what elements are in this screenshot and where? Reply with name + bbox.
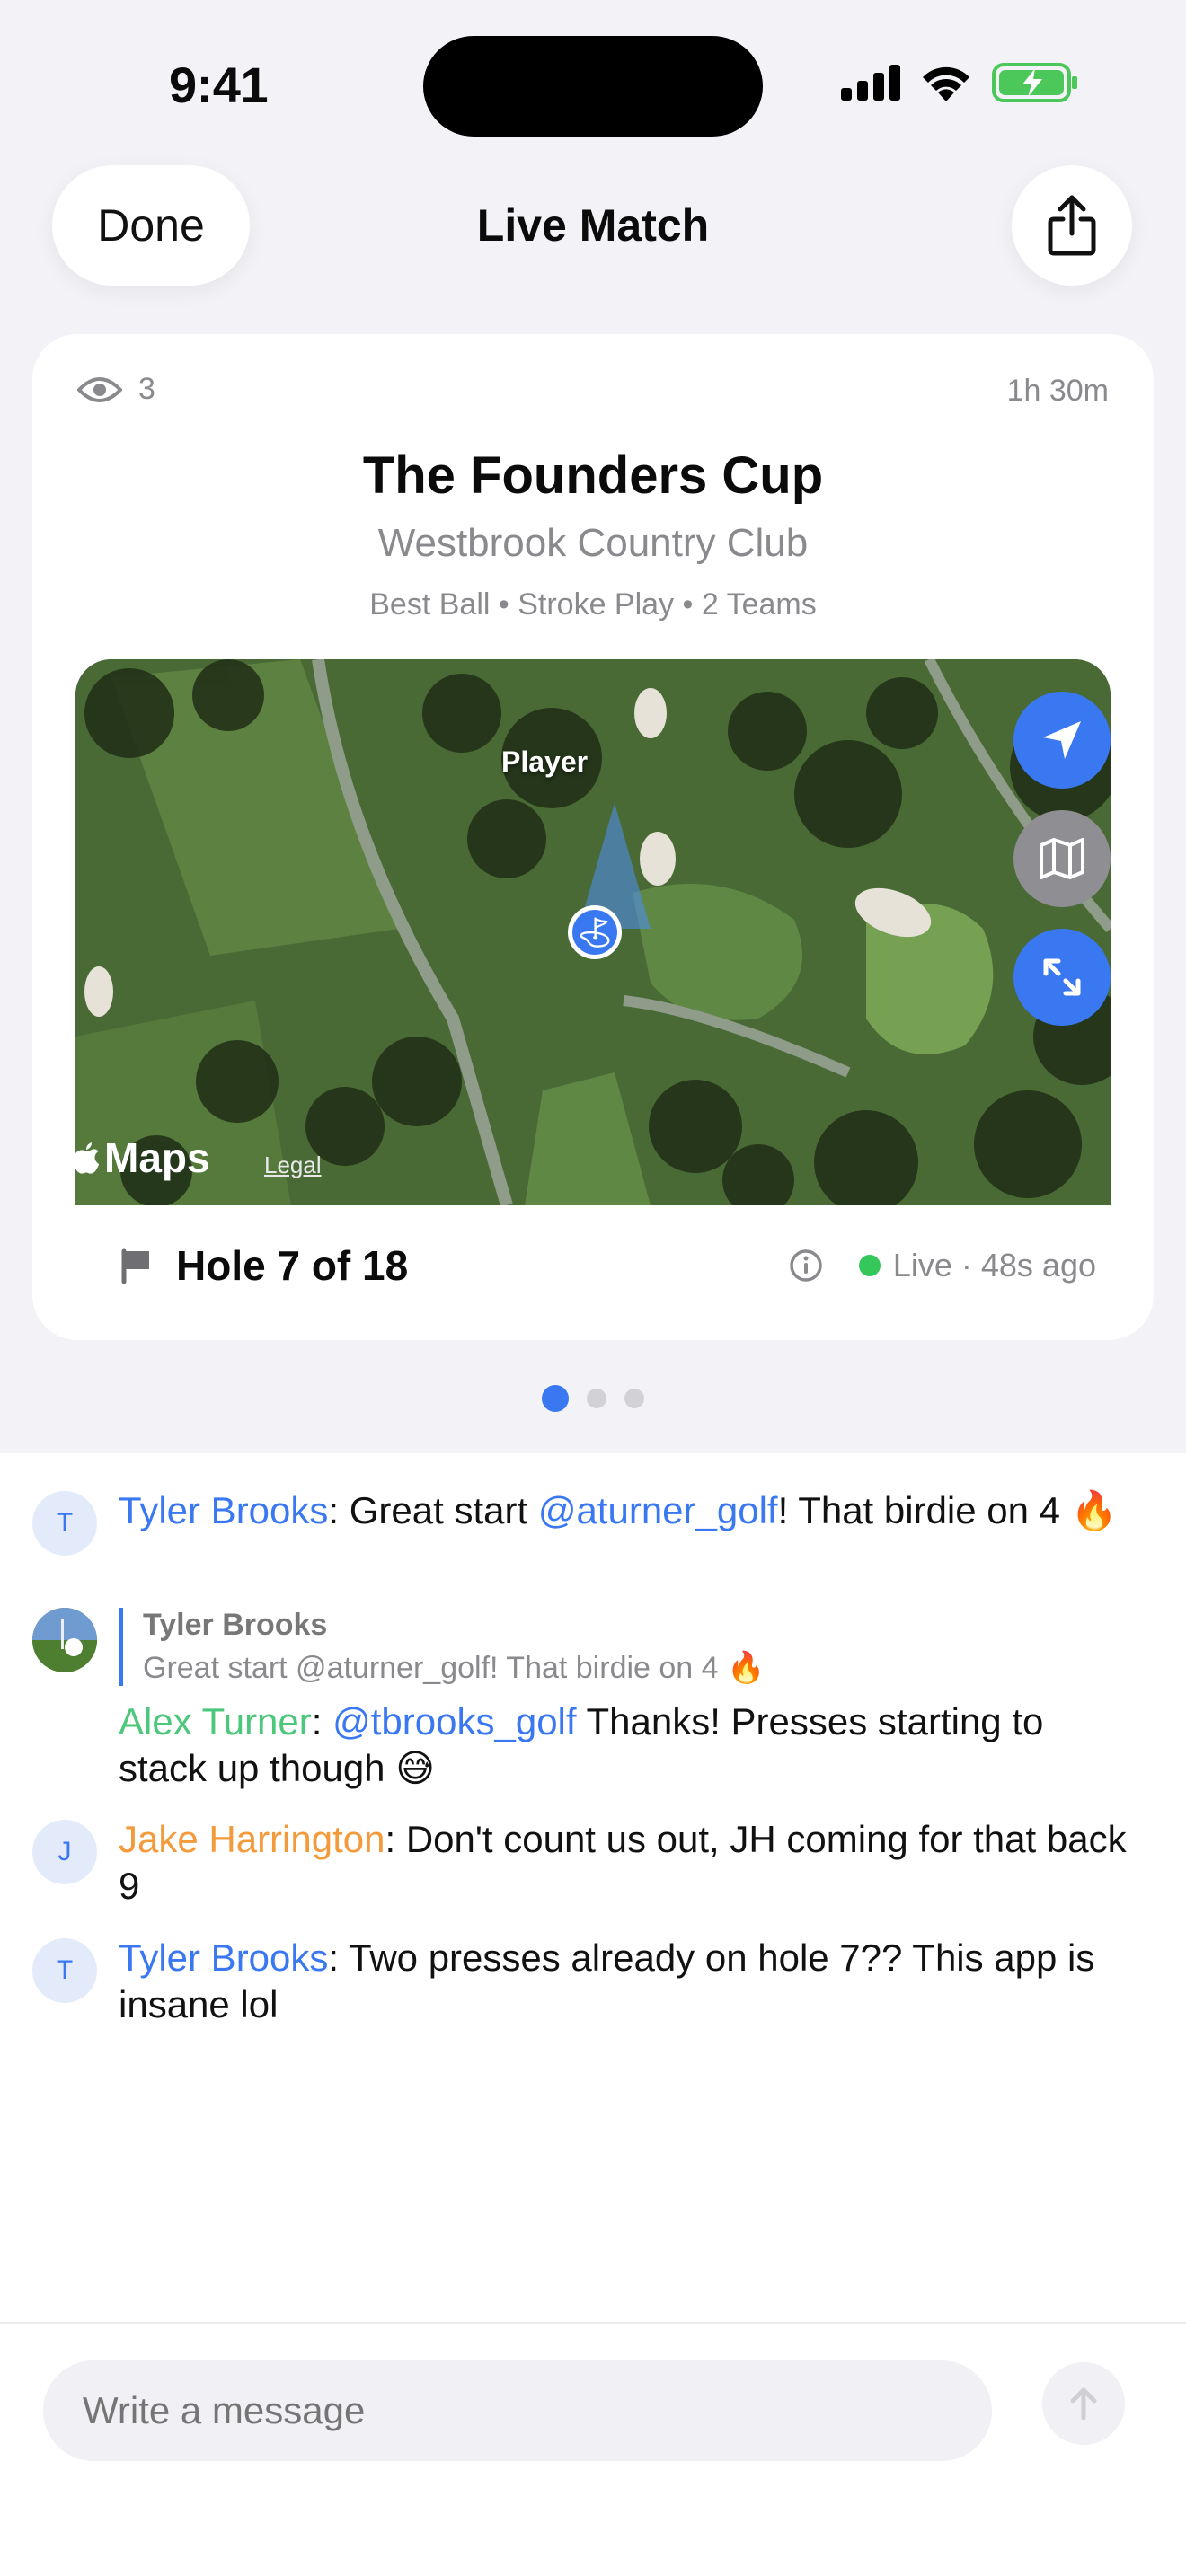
live-status: Live · 48s ago [892,1247,1096,1284]
sender-name[interactable]: Tyler Brooks [119,1489,328,1531]
sender-name[interactable]: Jake Harrington [119,1818,385,1860]
hole-label: Hole 7 of 18 [176,1242,409,1289]
maps-label: Maps [104,1134,210,1181]
arrow-up-icon [1070,2387,1097,2421]
sender-name[interactable]: Alex Turner [119,1700,312,1742]
message-text: Great start [349,1489,538,1531]
share-icon [1048,195,1096,256]
mention-link[interactable]: @aturner_golf [538,1489,778,1531]
reply-quote[interactable]: Tyler Brooks Great start @aturner_golf! … [119,1608,927,1686]
page-dot-2[interactable] [587,1389,606,1408]
message-input[interactable] [43,2360,992,2461]
composer-divider [0,2322,1186,2324]
expand-map-button[interactable] [1013,929,1111,1026]
info-icon[interactable] [789,1248,823,1283]
chat-message: Jake Harrington: Don't count us out, JH … [119,1818,1127,1907]
location-button[interactable] [1013,692,1111,789]
match-duration: 1h 30m [1006,374,1109,408]
player-marker[interactable]: ⛳︎ [568,905,622,959]
map-icon [1040,838,1084,879]
map-style-button[interactable] [1013,810,1111,907]
reply-sender-name: Tyler Brooks [143,1608,328,1642]
viewer-count-value: 3 [138,372,155,406]
expand-icon [1043,958,1081,996]
golf-ball-avatar-icon [32,1608,97,1672]
status-icons [841,63,1078,102]
golfer-icon: ⛳︎ [572,910,617,955]
avatar[interactable]: J [32,1820,97,1884]
message-text: ! That birdie on 4 🔥 [777,1489,1118,1531]
hole-status-row: Hole 7 of 18 Live · 48s ago [119,1234,1096,1297]
battery-charging-icon [992,63,1077,102]
chat-message: Alex Turner: @tbrooks_golf Thanks! Press… [119,1700,1044,1789]
reply-text: Great start @aturner_golf! That birdie o… [143,1651,766,1685]
match-format: Best Ball • Stroke Play • 2 Teams [369,587,817,622]
match-title: The Founders Cup [362,446,824,505]
wifi-icon [923,66,969,101]
status-time: 9:41 [169,57,269,113]
avatar[interactable] [32,1608,97,1672]
legal-link[interactable]: Legal [264,1151,322,1179]
avatar[interactable]: T [32,1938,97,2003]
avatar-initial: J [58,1837,72,1866]
viewer-count: 3 [77,372,155,407]
avatar-initial: T [56,1508,74,1538]
dynamic-island [423,36,763,137]
mention-link[interactable]: @tbrooks_golf [332,1700,576,1742]
share-button[interactable] [1012,165,1132,286]
avatar-initial: T [56,1955,74,1985]
page-title: Live Match [476,200,710,251]
live-indicator-dot [858,1255,881,1276]
course-map[interactable]: ⛳︎ [75,659,1111,1205]
avatar[interactable]: T [32,1491,97,1556]
page-dot-3[interactable] [624,1389,644,1408]
location-arrow-icon [1043,721,1081,759]
chat-message: Tyler Brooks: Two presses already on hol… [119,1936,1095,2025]
apple-maps-logo: Maps [72,1134,210,1182]
chat-message: Tyler Brooks: Great start @aturner_golf!… [119,1489,1118,1531]
cellular-signal-icon [841,65,900,101]
page-indicator[interactable] [0,1385,1186,1412]
match-card[interactable]: 3 1h 30m The Founders Cup Westbrook Coun… [32,334,1154,1340]
apple-logo-icon [73,1142,99,1174]
page-dot-1[interactable] [542,1385,569,1412]
sender-name[interactable]: Tyler Brooks [119,1936,328,1979]
eye-icon [77,376,122,402]
send-button[interactable] [1042,2362,1125,2445]
club-name: Westbrook Country Club [377,521,809,565]
flag-icon [121,1248,149,1284]
player-label: Player [501,745,589,778]
